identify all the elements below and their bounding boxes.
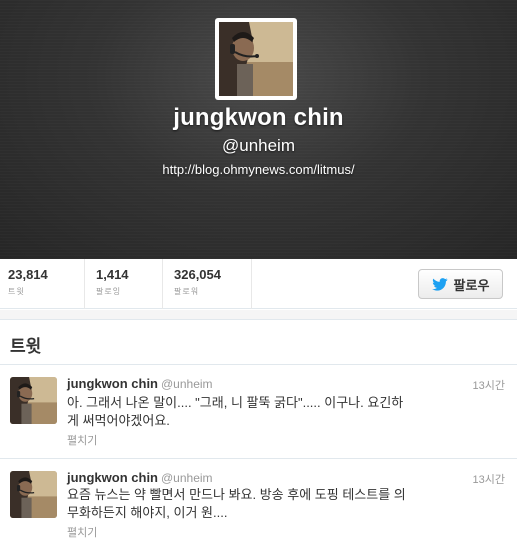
tweet-avatar[interactable] [10, 377, 57, 424]
stat-divider [162, 259, 163, 309]
tweet-timestamp[interactable]: 13시간 [473, 471, 505, 487]
profile-photo [219, 22, 293, 96]
tweet-author-name: jungkwon chin [67, 376, 158, 391]
stat-tweets-label: 트윗 [8, 287, 25, 296]
stat-tweets-value: 23,814 [8, 267, 48, 282]
tweet-author-name: jungkwon chin [67, 470, 158, 485]
tweet-avatar-photo [10, 377, 57, 424]
stat-following-value: 1,414 [96, 267, 129, 282]
stat-followers-label: 팔로워 [174, 287, 200, 296]
follow-button[interactable]: 팔로우 [418, 269, 503, 299]
tweet-author-handle: @unheim [161, 471, 213, 485]
profile-name: jungkwon chin [173, 104, 344, 131]
tweet-timestamp[interactable]: 13시간 [473, 377, 505, 393]
twitter-bird-icon [431, 277, 448, 291]
stat-divider [84, 259, 85, 309]
stat-following-label: 팔로잉 [96, 287, 122, 296]
tweet-text: 아. 그래서 나온 말이.... "그래, 니 팔뚝 굵다"..... 이구나.… [67, 394, 487, 430]
tweet-author[interactable]: jungkwon chin @unheim [67, 376, 213, 391]
tweet-text-line: 아. 그래서 나온 말이.... "그래, 니 팔뚝 굵다"..... 이구나.… [67, 395, 404, 410]
tweet-expand-link[interactable]: 펼치기 [67, 432, 97, 448]
tweet-expand-link[interactable]: 펼치기 [67, 524, 97, 540]
tweets-section-title: 트윗 [10, 337, 42, 356]
profile-header: jungkwon chin @unheim http://blog.ohmyne… [0, 0, 517, 259]
tweet-text-line: 게 써먹어야겠어요. [67, 413, 170, 428]
follow-button-label: 팔로우 [453, 277, 490, 293]
stat-following[interactable]: 1,414 팔로잉 [96, 267, 129, 297]
stat-tweets[interactable]: 23,814 트윗 [8, 267, 48, 297]
tweet-item[interactable]: jungkwon chin @unheim 13시간 요즘 뉴스는 약 빨면서 만… [0, 460, 517, 545]
profile-url-link[interactable]: http://blog.ohmynews.com/litmus/ [0, 162, 517, 177]
tweet-author-handle: @unheim [161, 377, 213, 391]
profile-avatar[interactable] [215, 18, 297, 100]
tweet-text: 요즘 뉴스는 약 빨면서 만드나 봐요. 방송 후에 도핑 테스트를 의 무화하… [67, 486, 487, 522]
tweet-avatar-photo [10, 471, 57, 518]
profile-handle: @unheim [221, 136, 295, 155]
tweet-text-line: 무화하든지 해야지, 이거 원.... [67, 505, 228, 520]
stat-followers-value: 326,054 [174, 267, 221, 282]
tweet-avatar[interactable] [10, 471, 57, 518]
stat-divider [251, 259, 252, 309]
tweet-author[interactable]: jungkwon chin @unheim [67, 470, 213, 485]
tweet-text-line: 요즘 뉴스는 약 빨면서 만드나 봐요. 방송 후에 도핑 테스트를 의 [67, 487, 406, 502]
section-gap [0, 310, 517, 320]
tweet-item[interactable]: jungkwon chin @unheim 13시간 아. 그래서 나온 말이..… [0, 366, 517, 459]
stat-followers[interactable]: 326,054 팔로워 [174, 267, 221, 297]
tweets-section-header: 트윗 [0, 321, 517, 365]
